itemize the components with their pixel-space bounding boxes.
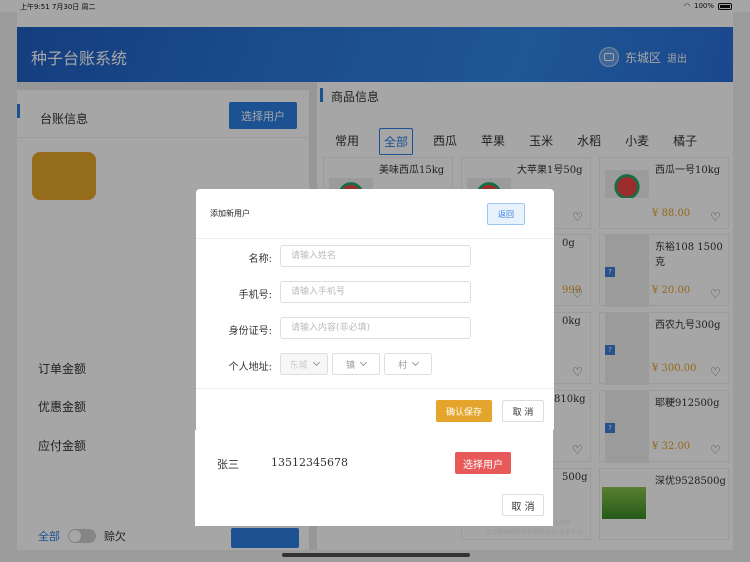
district-select-value: 东城 [289,360,308,371]
phone-label: 手机号: [238,290,272,301]
add-user-dialog: 添加新用户 返回 名称: 请输入姓名 手机号: 请输入手机号 身份证号: 请输入… [196,189,554,432]
phone-input[interactable]: 请输入手机号 [280,281,471,303]
id-number-label: 身份证号: [228,326,272,337]
name-label: 名称: [248,254,272,265]
chevron-down-icon [312,358,320,367]
dialog-title: 添加新用户 [210,209,250,218]
divider [196,388,554,389]
user-row-name: 张三 [217,458,239,471]
footnote-line1: 管理用 [552,520,571,527]
address-label: 个人地址: [228,362,272,373]
chevron-down-icon [359,358,368,367]
footnote-line2: 北京紫峰网络科技有限公司 技术支持 [485,529,583,536]
user-select-panel: 张三 13512345678 选择用户 取 消 [195,430,553,526]
town-select-value: 镇 [345,360,355,371]
district-select[interactable]: 东城 [280,353,328,375]
user-panel-cancel-button[interactable]: 取 消 [502,494,544,516]
town-select[interactable]: 镇 [332,353,380,375]
user-row-phone: 13512345678 [271,456,348,469]
select-user-row-button[interactable]: 选择用户 [455,452,511,474]
back-button[interactable]: 返回 [487,203,525,225]
cancel-button[interactable]: 取 消 [502,400,544,422]
home-indicator[interactable] [282,553,470,557]
divider [196,238,554,239]
id-number-input[interactable]: 请输入内容(非必填) [280,317,471,339]
village-select-value: 村 [397,360,407,371]
village-select[interactable]: 村 [384,353,432,375]
name-input[interactable]: 请输入姓名 [280,245,471,267]
chevron-down-icon [411,358,420,367]
footnote: 管理用 北京紫峰网络科技有限公司 技术支持 [485,518,583,536]
confirm-save-button[interactable]: 确认保存 [436,400,492,422]
